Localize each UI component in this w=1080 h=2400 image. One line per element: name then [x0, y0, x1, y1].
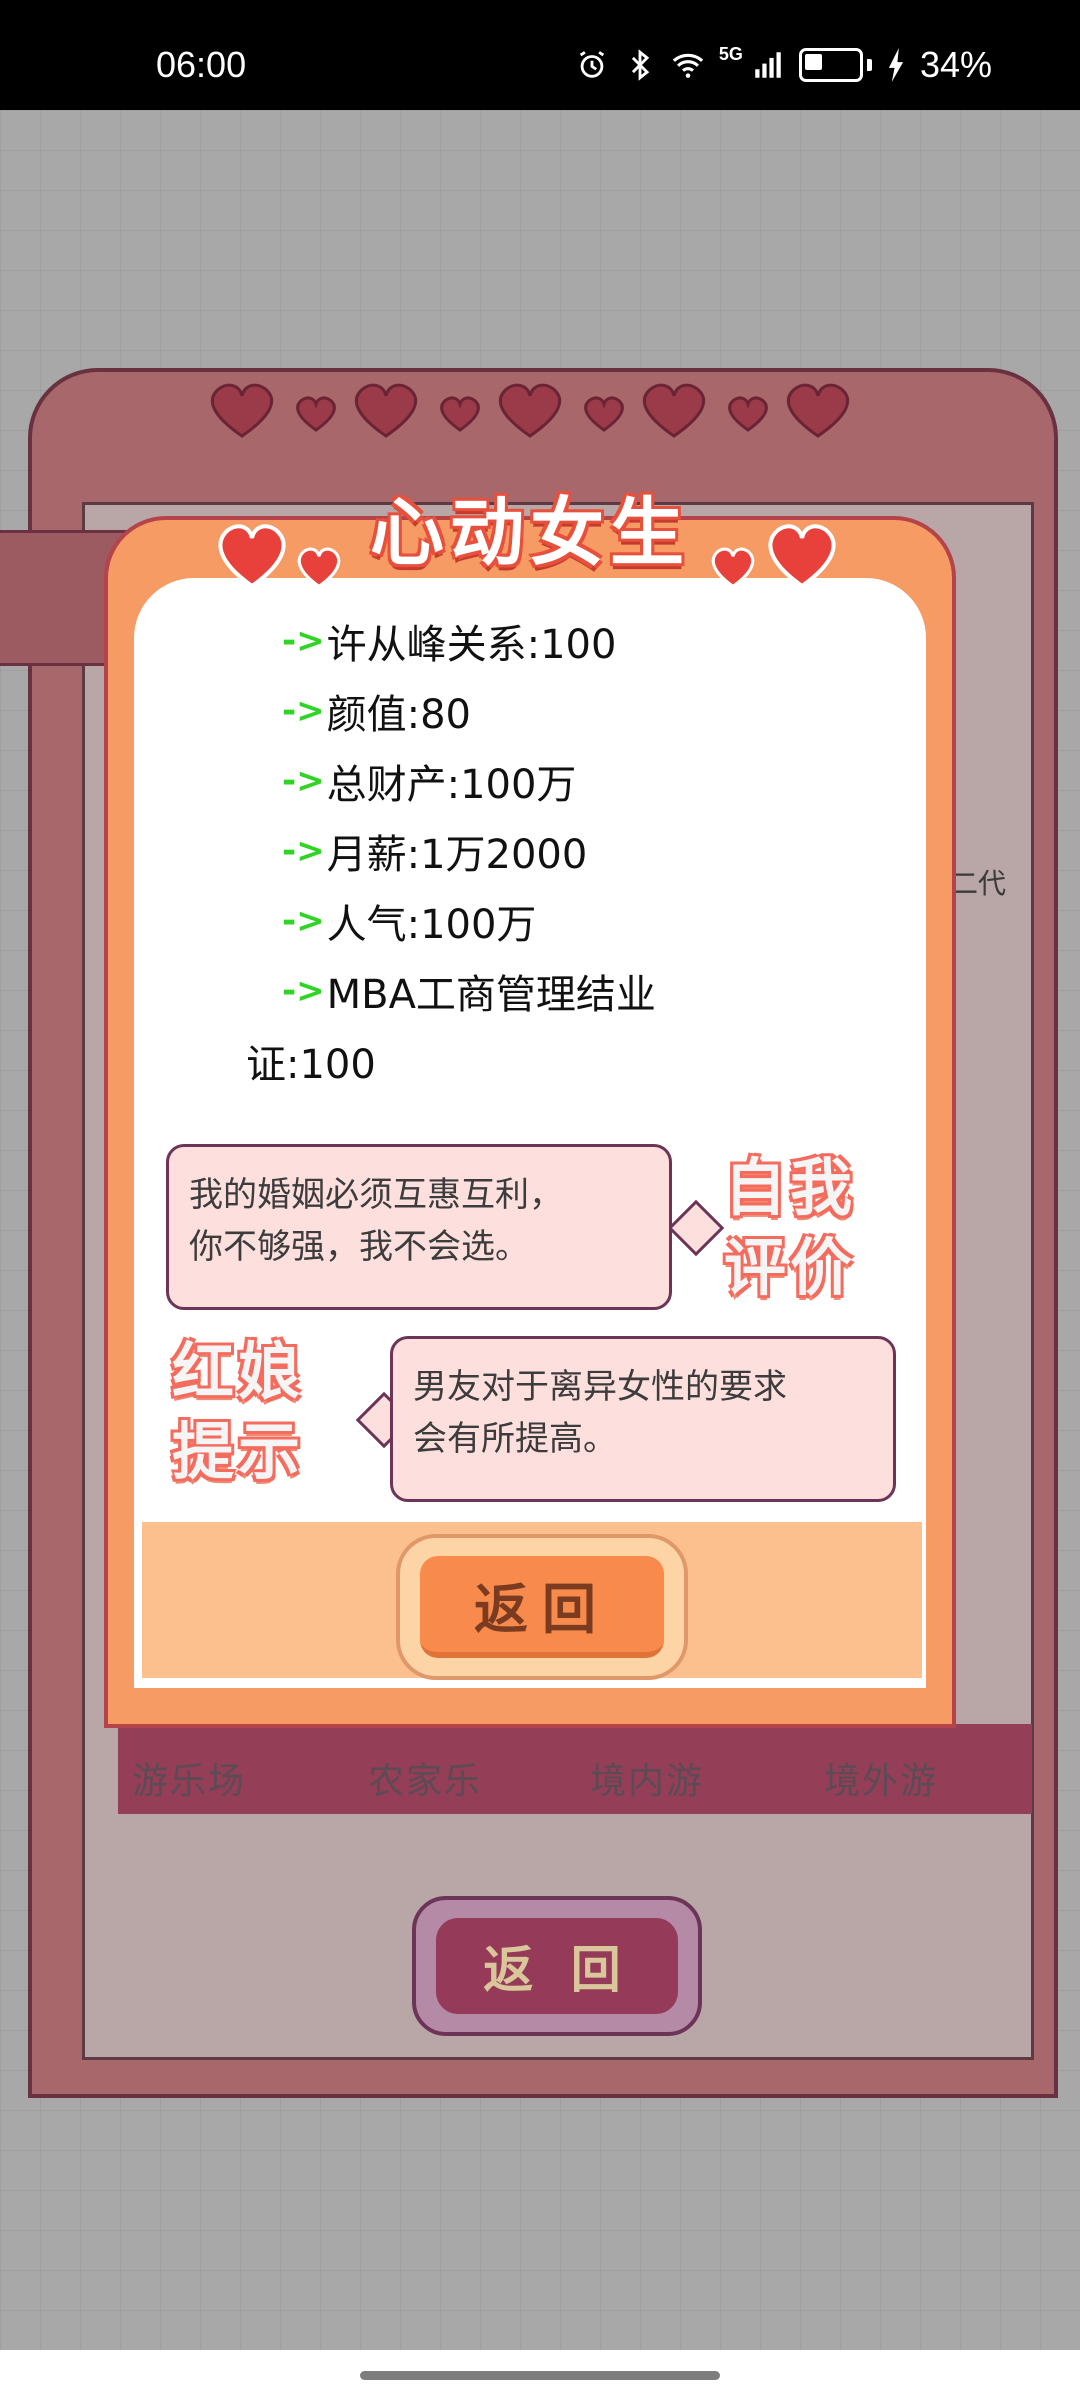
stat-relationship: -> 许从峰关系:100 [282, 612, 616, 670]
return-button-label[interactable]: 返回 [420, 1556, 664, 1658]
self-evaluation-label-line1: 自我 [724, 1151, 857, 1224]
status-icons: 5G 34% [575, 44, 992, 86]
self-evaluation-line1: 我的婚姻必须互惠互利， [189, 1175, 563, 1215]
arrow-right-icon: -> [282, 971, 325, 1011]
self-evaluation-label: 自我 评价 [724, 1148, 856, 1308]
arrow-right-icon: -> [282, 831, 325, 871]
arrow-right-icon: -> [282, 761, 325, 801]
background-return-label: 返 回 [436, 1918, 678, 2014]
stat-assets: -> 总财产:100万 [282, 752, 576, 810]
stat-assets-text: 总财产:100万 [326, 762, 577, 808]
stat-certificate-text: MBA工商管理结业 [326, 972, 656, 1018]
bluetooth-icon [631, 49, 650, 81]
self-evaluation-line2: 你不够强，我不会选。 [189, 1227, 529, 1267]
matchmaker-tip-label: 红娘 提示 [172, 1332, 304, 1492]
stat-relationship-text: 许从峰关系:100 [326, 622, 617, 668]
heart-icon [218, 524, 286, 589]
stat-certificate-continuation: 证:100 [246, 1042, 376, 1088]
arrow-right-icon: -> [282, 621, 325, 661]
background-hearts-row [210, 383, 850, 438]
stat-salary-text: 月薪:1万2000 [326, 832, 588, 878]
network-type: 5G [718, 44, 743, 64]
matchmaker-tip-line2: 会有所提高。 [413, 1419, 617, 1459]
arrow-right-icon: -> [282, 901, 325, 941]
background-side-text: 二代 [950, 867, 1007, 900]
location-farm-stay: 农家乐 [368, 1761, 483, 1802]
modal-title: 心动女生 [370, 489, 690, 576]
stat-popularity-text: 人气:100万 [326, 902, 537, 948]
stat-looks: -> 颜值:80 [282, 682, 471, 740]
heart-icon [711, 547, 755, 589]
heart-icon [768, 524, 836, 589]
home-indicator[interactable] [360, 2371, 720, 2380]
stat-salary: -> 月薪:1万2000 [282, 822, 587, 880]
location-overseas-tour: 境外游 [824, 1761, 939, 1802]
battery-icon [798, 48, 863, 82]
matchmaker-tip-label-line1: 红娘 [172, 1335, 305, 1408]
stat-certificate: -> MBA工商管理结业 [282, 962, 656, 1020]
signal-icon [755, 52, 781, 78]
location-domestic-tour: 境内游 [590, 1761, 705, 1802]
matchmaker-tip-bubble: 男友对于离异女性的要求 会有所提高。 [390, 1336, 896, 1502]
return-button[interactable]: 返回 [396, 1534, 688, 1680]
charging-icon [888, 48, 904, 82]
self-evaluation-bubble: 我的婚姻必须互惠互利， 你不够强，我不会选。 [166, 1144, 672, 1310]
alarm-icon [579, 51, 605, 78]
status-bar: 06:00 5G 34% [0, 0, 1080, 110]
stat-popularity: -> 人气:100万 [282, 892, 536, 950]
heart-icon [297, 547, 341, 589]
background-return-button: 返 回 [412, 1896, 702, 2036]
arrow-right-icon: -> [282, 691, 325, 731]
matchmaker-tip-line1: 男友对于离异女性的要求 [413, 1367, 787, 1407]
battery-cap [866, 59, 872, 71]
battery-percent: 34% [919, 44, 992, 85]
status-time: 06:00 [156, 44, 247, 85]
location-amusement-park: 游乐场 [132, 1761, 247, 1802]
wifi-icon [672, 53, 704, 78]
matchmaker-tip-label-line2: 提示 [172, 1415, 305, 1488]
stat-looks-text: 颜值:80 [326, 692, 471, 738]
self-evaluation-label-line2: 评价 [724, 1231, 857, 1304]
